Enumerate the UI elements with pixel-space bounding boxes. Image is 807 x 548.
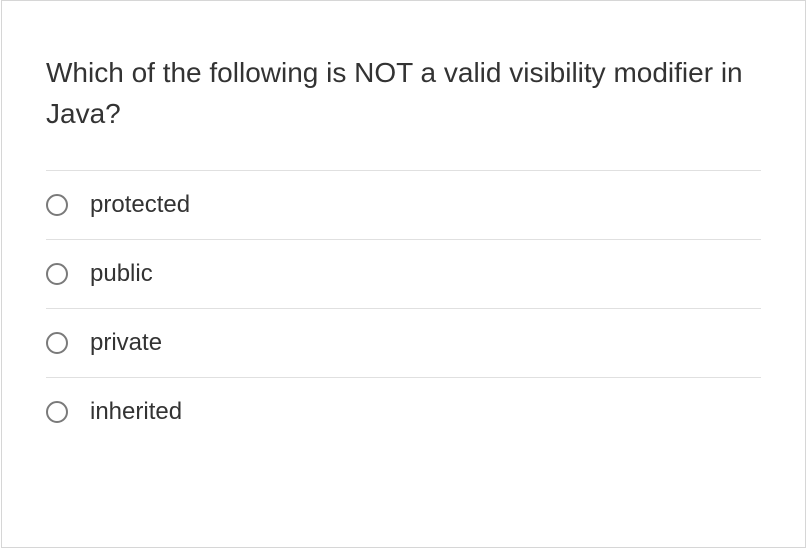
options-list: protected public private inherited	[2, 170, 805, 446]
option-label: inherited	[90, 398, 182, 426]
option-label: private	[90, 329, 162, 357]
option-private[interactable]: private	[46, 308, 761, 377]
option-label: protected	[90, 191, 190, 219]
option-protected[interactable]: protected	[46, 170, 761, 239]
option-label: public	[90, 260, 153, 288]
radio-icon	[46, 263, 68, 285]
option-public[interactable]: public	[46, 239, 761, 308]
question-card: Which of the following is NOT a valid vi…	[1, 0, 806, 548]
question-text: Which of the following is NOT a valid vi…	[2, 1, 805, 170]
option-inherited[interactable]: inherited	[46, 377, 761, 446]
radio-icon	[46, 194, 68, 216]
radio-icon	[46, 401, 68, 423]
radio-icon	[46, 332, 68, 354]
